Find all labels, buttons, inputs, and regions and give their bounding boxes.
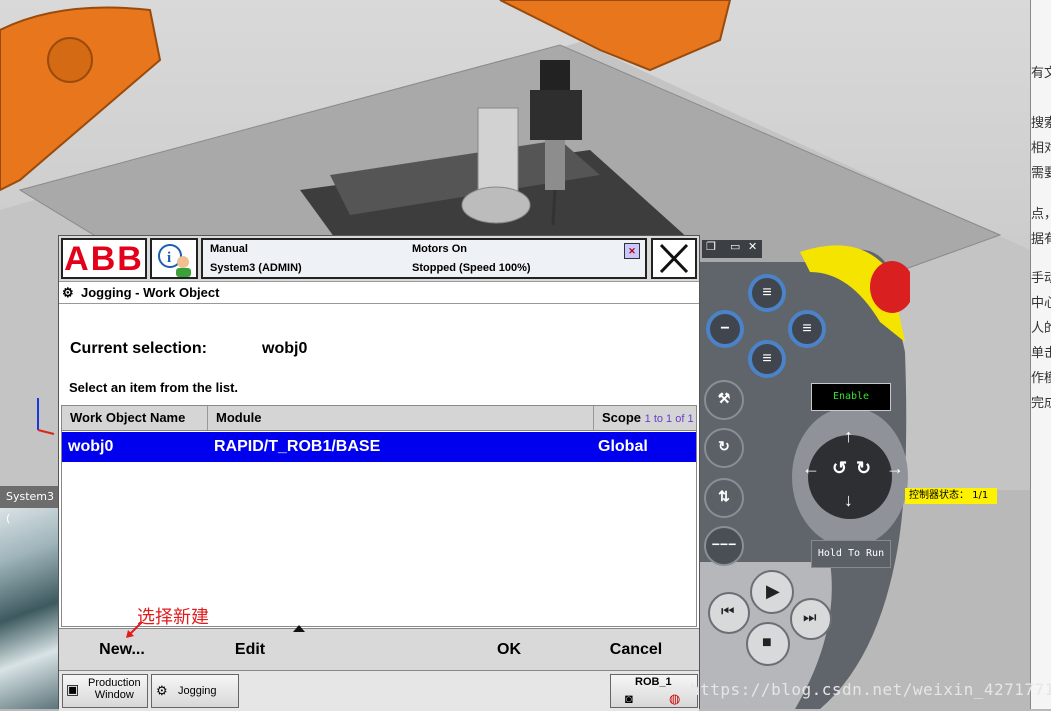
doc-fragment: 手动	[1031, 270, 1051, 285]
controller-status: 控制器状态： 1/1	[905, 488, 997, 504]
toggle-button[interactable]: −−−	[704, 526, 744, 566]
scope-label: Scope	[602, 410, 642, 425]
work-object-table: Work Object Name Module Scope 1 to 1 of …	[61, 405, 697, 627]
robot-label: ROB_1	[635, 676, 672, 688]
doc-fragment: 相对	[1031, 140, 1051, 155]
breadcrumb: ⚙ Jogging - Work Object	[59, 282, 699, 304]
doc-fragment: 有文章	[1031, 65, 1051, 80]
step-back-icon: ⏮	[721, 603, 735, 620]
state-text: Stopped (Speed 100%)	[412, 262, 531, 274]
step-forward-button[interactable]: ⏭	[790, 598, 832, 640]
doc-fragment: 作模	[1031, 370, 1051, 385]
motors-text: Motors On	[412, 243, 467, 255]
play-icon: ▶	[766, 581, 780, 601]
custom-key-4[interactable]: ≡	[748, 340, 786, 378]
svg-text:i: i	[167, 250, 171, 266]
speed-icon: ◍	[669, 691, 681, 706]
program-state-icon: ✕	[624, 243, 640, 259]
stop-button[interactable]: ■	[746, 622, 790, 666]
watermark: https://blog.csdn.net/weixin_42717711	[690, 680, 1051, 699]
current-selection-value: wobj0	[262, 340, 308, 357]
abb-menu-button[interactable]: ABB	[61, 238, 147, 279]
cell-name: wobj0	[68, 438, 114, 455]
window-control-bar: ❐ ▭ ✕	[702, 240, 762, 258]
enable-button[interactable]: Enable	[811, 383, 891, 411]
taskbar: ▣ Production Window ⚙ Jogging ROB_1 ◙ ◍	[59, 670, 699, 711]
increment-button[interactable]: ⇅	[704, 478, 744, 518]
mode-text: Manual	[210, 243, 248, 255]
table-row[interactable]: wobj0 RAPID/T_ROB1/BASE Global	[62, 432, 696, 462]
step-forward-icon: ⏭	[803, 609, 817, 626]
minimize-icon[interactable]: ▭	[730, 240, 740, 253]
arrow-left-icon: ←	[802, 458, 820, 478]
close-window-icon[interactable]: ✕	[748, 240, 757, 253]
quickset-button[interactable]: ROB_1 ◙ ◍	[610, 674, 698, 708]
annotation-arrow-icon	[126, 621, 143, 638]
joystick[interactable]: ↑ ↓ ← → ↺ ↻	[802, 426, 904, 514]
flexpendant-hardware: ❐ ▭ ✕ ≡ − ≡ ≡ ⚒ ↻ ⇅ −−− Enable Hold To R…	[700, 232, 910, 709]
doc-fragment: 点，	[1031, 206, 1051, 221]
system-text: System3 (ADMIN)	[210, 262, 302, 274]
command-bar: New... Edit OK Cancel	[59, 625, 699, 671]
production-window-tab[interactable]: ▣ Production Window	[62, 674, 148, 708]
operator-info-icon: i	[158, 244, 191, 277]
jogging-icon: ⚙	[62, 285, 74, 300]
stop-icon: ■	[762, 634, 772, 651]
table-header: Work Object Name Module Scope 1 to 1 of …	[62, 406, 696, 431]
doc-fragment: 中心	[1031, 295, 1051, 310]
close-icon	[659, 243, 689, 274]
new-button[interactable]: New...	[59, 629, 185, 671]
run-button[interactable]: ▶	[750, 570, 794, 614]
menu-up-arrow-icon	[293, 625, 305, 632]
cell-module: RAPID/T_ROB1/BASE	[214, 438, 381, 455]
breadcrumb-text: Jogging - Work Object	[81, 285, 220, 300]
restore-icon[interactable]: ❐	[706, 240, 716, 253]
step-backward-button[interactable]: ⏮	[708, 592, 750, 634]
mechanical-unit-button[interactable]: ⚒	[704, 380, 744, 420]
doc-fragment: 搜索及	[1031, 115, 1051, 130]
robot-icon: ◙	[625, 691, 633, 706]
system-tab[interactable]: System3 (	[0, 486, 60, 525]
doc-fragment: 需要	[1031, 165, 1051, 180]
hold-to-run-button[interactable]: Hold To Run	[811, 540, 891, 568]
ok-button[interactable]: OK	[445, 629, 573, 671]
instruction-text: Select an item from the list.	[69, 380, 239, 395]
jogging-label: Jogging	[178, 685, 217, 697]
jogging-tab[interactable]: ⚙ Jogging	[151, 674, 239, 708]
current-selection-label: Current selection:	[70, 340, 207, 357]
column-header-module[interactable]: Module	[208, 406, 594, 430]
background-document-window: 有文章 搜索及 相对 需要 点， 据有 手动 中心 人的 单击 作模 完成	[1030, 0, 1051, 709]
doc-fragment: 单击	[1031, 345, 1051, 360]
top-bar: ABB i Manual System3 (ADMIN) Motors On S…	[59, 236, 699, 282]
annotation-text: 选择新建	[137, 607, 209, 628]
status-bar[interactable]: Manual System3 (ADMIN) Motors On Stopped…	[201, 238, 647, 279]
edit-button[interactable]: Edit	[185, 629, 315, 671]
custom-key-3[interactable]: ≡	[788, 310, 826, 348]
production-window-label: Production Window	[88, 677, 141, 701]
column-header-scope[interactable]: Scope 1 to 1 of 1	[594, 406, 696, 430]
motion-mode-button[interactable]: ↻	[704, 428, 744, 468]
close-button[interactable]	[651, 238, 697, 279]
arrow-up-icon: ↑	[844, 426, 853, 446]
arrow-down-icon: ↓	[844, 490, 853, 510]
scope-range: 1 to 1 of 1	[644, 413, 694, 425]
column-header-name[interactable]: Work Object Name	[62, 406, 208, 430]
cell-scope: Global	[598, 438, 648, 455]
doc-fragment: 完成	[1031, 395, 1051, 410]
rotate-cw-icon: ↻	[856, 458, 872, 478]
flexpendant-screen: ABB i Manual System3 (ADMIN) Motors On S…	[58, 235, 700, 711]
arrow-right-icon: →	[886, 458, 904, 478]
cancel-button[interactable]: Cancel	[573, 629, 699, 671]
rotate-ccw-icon: ↺	[832, 458, 848, 478]
info-button[interactable]: i	[150, 238, 198, 279]
custom-key-1[interactable]: ≡	[748, 274, 786, 312]
abb-logo: ABB	[64, 240, 144, 278]
doc-fragment: 据有	[1031, 231, 1051, 246]
custom-key-2[interactable]: −	[706, 310, 744, 348]
jogging-icon: ⚙	[156, 683, 168, 698]
doc-fragment: 人的	[1031, 320, 1051, 335]
production-icon: ▣	[66, 681, 80, 697]
